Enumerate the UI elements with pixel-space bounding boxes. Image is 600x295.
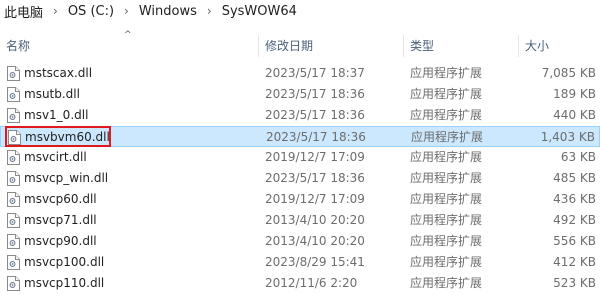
- column-header-name[interactable]: 名称: [0, 33, 258, 59]
- file-row[interactable]: msvcp71.dll 2013/4/10 20:20 应用程序扩展 492 KB: [0, 210, 600, 231]
- dll-file-icon: [7, 87, 20, 102]
- file-date: 2023/8/29 15:41: [265, 255, 365, 269]
- file-row[interactable]: mstscax.dll 2023/5/17 18:37 应用程序扩展 7,085 KB: [0, 63, 600, 84]
- file-row[interactable]: msvcp60.dll 2019/12/7 17:09 应用程序扩展 436 KB: [0, 189, 600, 210]
- file-date: 2023/5/17 18:36: [266, 130, 366, 144]
- file-date: 2013/4/10 20:20: [265, 234, 365, 248]
- file-size: 63 KB: [560, 150, 596, 164]
- column-header-size[interactable]: 大小: [519, 33, 600, 59]
- file-date: 2023/5/17 18:37: [265, 66, 365, 80]
- file-name: msvcp60.dll: [24, 192, 97, 206]
- file-name: msvcp90.dll: [24, 234, 97, 248]
- file-name: msutb.dll: [24, 87, 80, 101]
- file-date: 2023/5/17 18:36: [265, 171, 365, 185]
- dll-file-icon: [7, 108, 20, 123]
- breadcrumb-chevron-icon[interactable]: ›: [53, 4, 58, 18]
- file-name: msvcirt.dll: [24, 150, 87, 164]
- dll-file-icon: [8, 130, 21, 145]
- file-type: 应用程序扩展: [410, 255, 483, 269]
- breadcrumb-windows[interactable]: Windows: [139, 4, 197, 19]
- file-name: msvcp110.dll: [24, 276, 105, 290]
- file-type: 应用程序扩展: [410, 171, 483, 185]
- breadcrumb-chevron-icon[interactable]: ›: [124, 4, 129, 18]
- file-date: 2019/12/7 17:09: [265, 150, 365, 164]
- file-type: 应用程序扩展: [410, 87, 483, 101]
- dll-file-icon: [7, 192, 20, 207]
- file-type: 应用程序扩展: [410, 66, 483, 80]
- dll-file-icon: [7, 276, 20, 291]
- file-name: msv1_0.dll: [24, 108, 89, 122]
- file-name: mstscax.dll: [24, 66, 93, 80]
- file-type: 应用程序扩展: [410, 192, 483, 206]
- file-date: 2023/5/17 18:36: [265, 108, 365, 122]
- dll-file-icon: [7, 66, 20, 81]
- file-size: 440 KB: [553, 108, 596, 122]
- file-size: 523 KB: [553, 276, 596, 290]
- file-row[interactable]: msvcp110.dll 2012/11/6 2:20 应用程序扩展 523 KB: [0, 273, 600, 294]
- dll-file-icon: [7, 150, 20, 165]
- dll-file-icon: [7, 255, 20, 270]
- file-size: 436 KB: [553, 192, 596, 206]
- file-name: msvcp100.dll: [24, 255, 105, 269]
- dll-file-icon: [7, 213, 20, 228]
- file-row[interactable]: msvcp_win.dll 2023/5/17 18:36 应用程序扩展 485 KB: [0, 168, 600, 189]
- file-row[interactable]: msv1_0.dll 2023/5/17 18:36 应用程序扩展 440 KB: [0, 105, 600, 126]
- file-name: msvcp_win.dll: [24, 171, 109, 185]
- column-header-date[interactable]: 修改日期: [259, 33, 403, 59]
- file-type: 应用程序扩展: [410, 150, 483, 164]
- breadcrumb-os-drive[interactable]: OS (C:): [68, 4, 114, 19]
- breadcrumb-this-pc[interactable]: 此电脑: [4, 2, 43, 21]
- breadcrumb: 此电脑 › OS (C:) › Windows › SysWOW64: [0, 0, 600, 22]
- breadcrumb-chevron-icon[interactable]: ›: [207, 4, 212, 18]
- file-date: 2023/5/17 18:36: [265, 87, 365, 101]
- file-date: 2019/12/7 17:09: [265, 192, 365, 206]
- file-size: 412 KB: [553, 255, 596, 269]
- file-date: 2012/11/6 2:20: [265, 276, 358, 290]
- file-type: 应用程序扩展: [410, 108, 483, 122]
- file-size: 485 KB: [553, 171, 596, 185]
- file-size: 556 KB: [553, 234, 596, 248]
- file-name: msvcp71.dll: [24, 213, 97, 227]
- file-size: 492 KB: [553, 213, 596, 227]
- dll-file-icon: [7, 234, 20, 249]
- file-row[interactable]: msvcp90.dll 2013/4/10 20:20 应用程序扩展 556 KB: [0, 231, 600, 252]
- column-header-row: 名称 修改日期 类型 大小: [0, 33, 600, 59]
- file-size: 7,085 KB: [541, 66, 596, 80]
- file-row[interactable]: msvcp100.dll 2023/8/29 15:41 应用程序扩展 412 KB: [0, 252, 600, 273]
- file-row[interactable]: msutb.dll 2023/5/17 18:36 应用程序扩展 189 KB: [0, 84, 600, 105]
- file-name: msvbvm60.dll: [25, 130, 110, 144]
- file-size: 189 KB: [553, 87, 596, 101]
- breadcrumb-syswow64[interactable]: SysWOW64: [222, 4, 297, 19]
- file-type: 应用程序扩展: [410, 213, 483, 227]
- file-type: 应用程序扩展: [410, 234, 483, 248]
- file-row[interactable]: msvbvm60.dll 2023/5/17 18:36 应用程序扩展 1,403 K…: [0, 126, 600, 147]
- file-type: 应用程序扩展: [410, 276, 483, 290]
- dll-file-icon: [7, 171, 20, 186]
- file-size: 1,403 KB: [540, 130, 595, 144]
- file-row[interactable]: msvcirt.dll 2019/12/7 17:09 应用程序扩展 63 KB: [0, 147, 600, 168]
- file-date: 2013/4/10 20:20: [265, 213, 365, 227]
- column-header-type[interactable]: 类型: [404, 33, 518, 59]
- file-type: 应用程序扩展: [411, 130, 484, 144]
